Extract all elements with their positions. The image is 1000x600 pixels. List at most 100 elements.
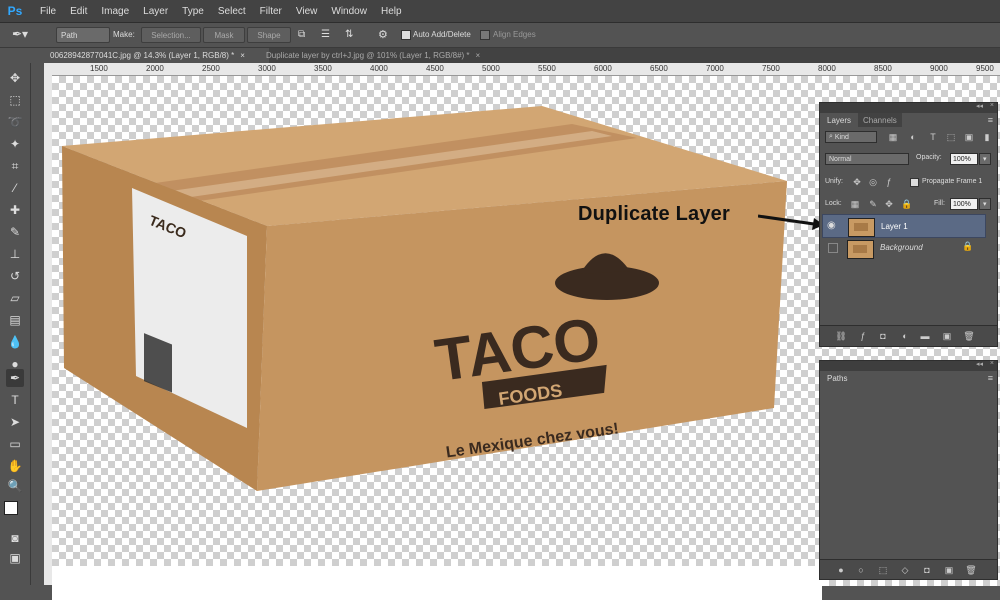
magic-wand-tool-icon[interactable]: ✦	[6, 135, 24, 153]
filter-adjustment-icon[interactable]: ◐	[908, 132, 918, 142]
close-icon[interactable]: ×	[990, 102, 994, 109]
filter-shape-icon[interactable]: ⬚	[946, 132, 956, 142]
make-work-path-icon[interactable]: ◇	[900, 565, 910, 575]
filter-type-icon[interactable]: T	[928, 132, 938, 142]
menu-layer[interactable]: Layer	[143, 6, 168, 17]
foreground-color-swatch[interactable]	[4, 501, 18, 515]
marquee-tool-icon[interactable]: ⬚	[6, 91, 24, 109]
lock-all-icon[interactable]: 🔒	[901, 199, 912, 209]
new-path-icon[interactable]: ▣	[944, 565, 954, 575]
history-brush-tool-icon[interactable]: ↺	[6, 267, 24, 285]
type-tool-icon[interactable]: T	[6, 391, 24, 409]
layer-name[interactable]: Background	[880, 243, 923, 252]
tab-layers[interactable]: Layers	[822, 113, 857, 127]
menu-bar: Ps File Edit Image Layer Type Select Fil…	[0, 0, 1000, 23]
make-selection-button[interactable]: Selection...	[141, 27, 201, 43]
clone-stamp-tool-icon[interactable]: ⊥	[6, 245, 24, 263]
panel-menu-icon[interactable]: ≡	[988, 115, 993, 125]
rectangle-tool-icon[interactable]: ▭	[6, 435, 24, 453]
unify-style-icon[interactable]: ƒ	[884, 177, 894, 187]
document-tab-active[interactable]: 00628942877041C.jpg @ 14.3% (Layer 1, RG…	[44, 48, 269, 63]
pen-tool-preset-icon[interactable]: ✒▾	[12, 27, 40, 43]
lock-transparent-icon[interactable]: ▦	[850, 199, 860, 209]
trash-icon[interactable]: 🗑	[963, 331, 974, 341]
add-mask-icon[interactable]: ◘	[878, 331, 888, 341]
collapse-icon[interactable]: ◂◂	[976, 360, 983, 368]
new-layer-icon[interactable]: ▣	[942, 331, 952, 341]
pen-tool-icon[interactable]: ✒	[6, 369, 24, 387]
opacity-input[interactable]: 100%	[950, 153, 978, 165]
zoom-tool-icon[interactable]: 🔍	[6, 477, 24, 495]
lock-position-icon[interactable]: ✥	[884, 199, 894, 209]
layer-kind-filter[interactable]: ⌕ Kind	[825, 131, 877, 143]
close-icon[interactable]: ×	[476, 51, 481, 60]
screen-mode-icon[interactable]: ▣	[6, 549, 24, 567]
fill-path-icon[interactable]: ●	[836, 565, 846, 575]
path-operations-icon[interactable]: ⧉	[298, 29, 305, 40]
brush-tool-icon[interactable]: ✎	[6, 223, 24, 241]
lock-image-icon[interactable]: ✎	[868, 199, 878, 209]
menu-file[interactable]: File	[40, 6, 56, 17]
lasso-tool-icon[interactable]: ➰	[6, 113, 24, 131]
healing-brush-tool-icon[interactable]: ✚	[6, 201, 24, 219]
panel-menu-icon[interactable]: ≡	[988, 373, 993, 383]
fill-dropdown-icon[interactable]: ▾	[979, 198, 991, 210]
gradient-tool-icon[interactable]: ▤	[6, 311, 24, 329]
add-mask-icon[interactable]: ◘	[922, 565, 932, 575]
path-selection-tool-icon[interactable]: ➤	[6, 413, 24, 431]
menu-window[interactable]: Window	[331, 6, 367, 17]
opacity-dropdown-icon[interactable]: ▾	[979, 153, 991, 165]
make-mask-button[interactable]: Mask	[203, 27, 245, 43]
menu-image[interactable]: Image	[101, 6, 129, 17]
path-alignment-icon[interactable]: ☰	[321, 29, 330, 40]
fill-input[interactable]: 100%	[950, 198, 978, 210]
unify-position-icon[interactable]: ✥	[852, 177, 862, 187]
blur-tool-icon[interactable]: 💧	[6, 333, 24, 351]
filter-toggle-icon[interactable]: ▮	[982, 132, 992, 142]
layer-row-background[interactable]: Background 🔒	[822, 237, 984, 259]
eraser-tool-icon[interactable]: ▱	[6, 289, 24, 307]
link-layers-icon[interactable]: ⛓	[835, 331, 846, 341]
path-arrangement-icon[interactable]: ⇅	[345, 29, 353, 40]
new-group-icon[interactable]: ▬	[920, 331, 930, 341]
load-selection-icon[interactable]: ⬚	[878, 565, 888, 575]
menu-edit[interactable]: Edit	[70, 6, 87, 17]
menu-select[interactable]: Select	[218, 6, 246, 17]
hand-tool-icon[interactable]: ✋	[6, 457, 24, 475]
tool-mode-select[interactable]: Path	[56, 27, 110, 43]
propagate-frame-checkbox[interactable]	[910, 178, 919, 187]
collapse-icon[interactable]: ◂◂	[976, 102, 983, 110]
panel-header: ◂◂ ×	[820, 102, 997, 113]
menu-filter[interactable]: Filter	[260, 6, 282, 17]
move-tool-icon[interactable]: ✥	[6, 69, 24, 87]
blend-mode-select[interactable]: Normal	[825, 153, 909, 165]
eyedropper-tool-icon[interactable]: ⁄	[6, 179, 24, 197]
layer-row-layer-1[interactable]: ◉ Layer 1	[822, 214, 986, 238]
gear-icon[interactable]: ⚙	[378, 28, 388, 41]
visibility-toggle[interactable]	[828, 243, 838, 253]
close-icon[interactable]: ×	[990, 360, 994, 367]
color-swatches[interactable]	[4, 501, 26, 527]
document-tab[interactable]: Duplicate layer by ctrl+J.jpg @ 101% (La…	[260, 48, 560, 63]
filter-pixel-icon[interactable]: ▦	[888, 132, 898, 142]
menu-help[interactable]: Help	[381, 6, 402, 17]
stroke-path-icon[interactable]: ○	[856, 565, 866, 575]
filter-smart-object-icon[interactable]: ▣	[964, 132, 974, 142]
tab-paths[interactable]: Paths	[822, 371, 853, 385]
make-shape-button[interactable]: Shape	[247, 27, 291, 43]
layer-name[interactable]: Layer 1	[881, 222, 908, 231]
crop-tool-icon[interactable]: ⌗	[6, 157, 24, 175]
unify-visibility-icon[interactable]: ◎	[868, 177, 878, 187]
close-icon[interactable]: ×	[240, 51, 245, 60]
auto-add-delete-checkbox[interactable]	[401, 30, 411, 40]
adjustment-layer-icon[interactable]: ◐	[900, 331, 910, 341]
ruler-tick-label: 3000	[258, 64, 276, 73]
menu-view[interactable]: View	[296, 6, 318, 17]
tab-channels[interactable]: Channels	[858, 113, 902, 127]
trash-icon[interactable]: 🗑	[965, 565, 976, 575]
align-edges-checkbox[interactable]	[480, 30, 490, 40]
eye-icon[interactable]: ◉	[827, 220, 836, 231]
menu-type[interactable]: Type	[182, 6, 204, 17]
layer-style-icon[interactable]: ƒ	[858, 331, 868, 341]
quick-mask-icon[interactable]: ◙	[6, 529, 24, 547]
